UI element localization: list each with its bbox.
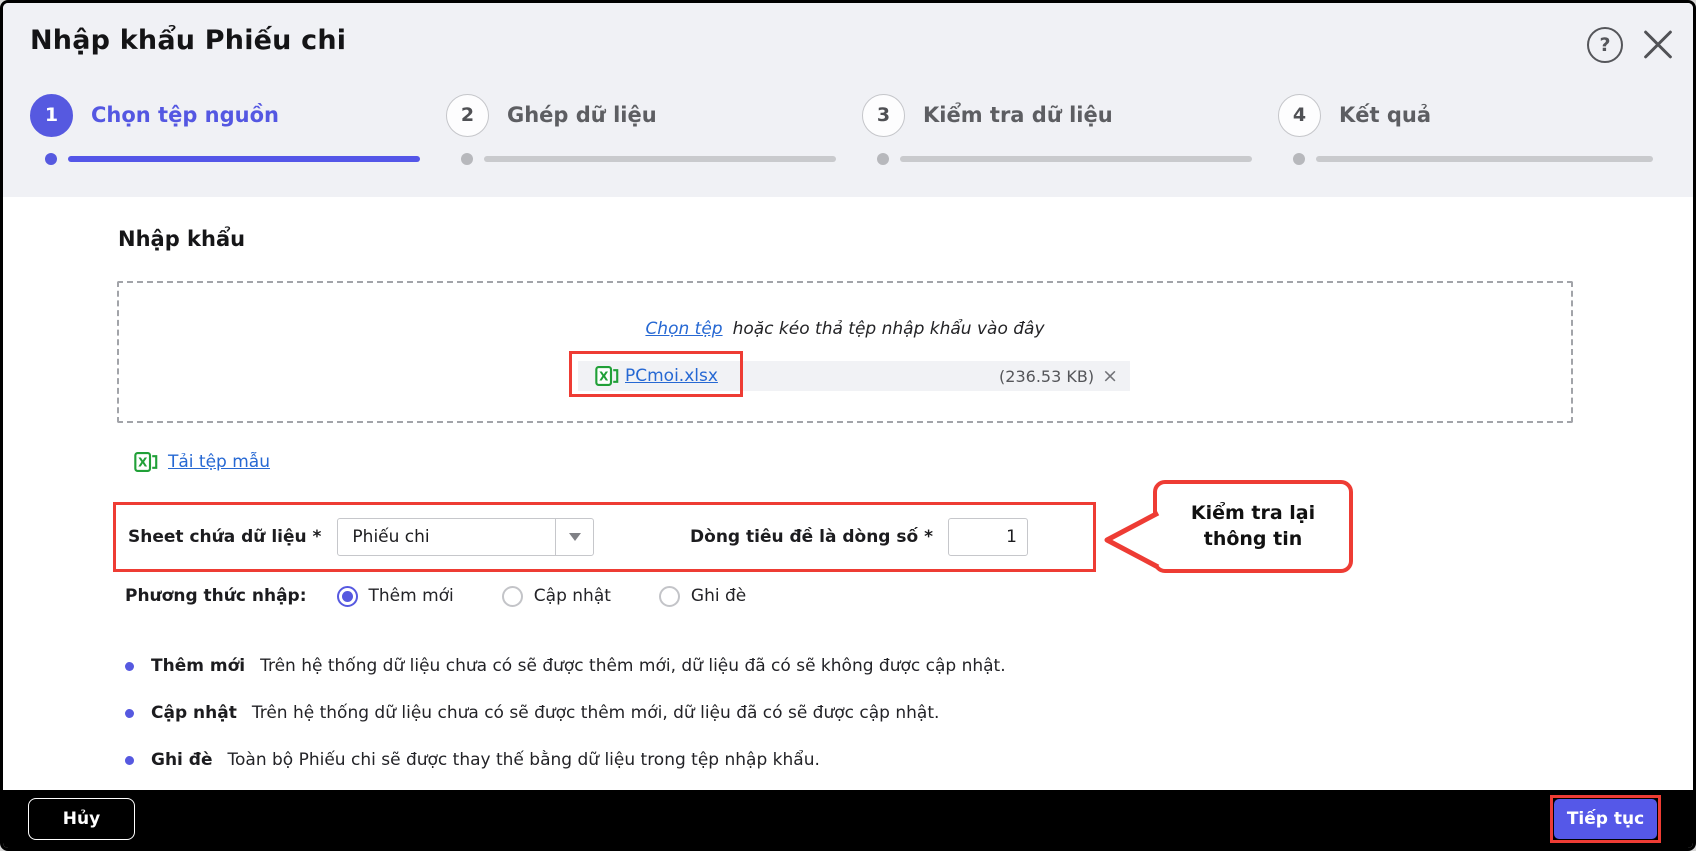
- close-icon[interactable]: [1641, 28, 1675, 62]
- download-template-link[interactable]: Tải tệp mẫu: [168, 452, 270, 472]
- step-indicator: 1 Chọn tệp nguồn 2 Ghép dữ liệu 3 Kiểm t…: [30, 93, 1653, 165]
- step-4-progress: [1278, 153, 1653, 165]
- svg-text:X: X: [138, 455, 148, 469]
- dialog-footer: Hủy Tiếp tục: [3, 790, 1693, 848]
- step-check-data[interactable]: 3 Kiểm tra dữ liệu: [862, 93, 1278, 165]
- dropzone-hint: Chọn tệp hoặc kéo thả tệp nhập khẩu vào đ…: [119, 319, 1571, 339]
- step-4-circle: 4: [1278, 93, 1321, 137]
- chevron-down-icon[interactable]: [555, 519, 593, 555]
- cancel-button[interactable]: Hủy: [28, 798, 135, 840]
- callout-line2: thông tin: [1203, 527, 1303, 550]
- note-update: Cập nhật Trên hệ thống dữ liệu chưa có s…: [125, 700, 1006, 726]
- step-2-progress: [446, 153, 836, 165]
- step-3-progress: [862, 153, 1252, 165]
- radio-icon-overwrite[interactable]: [658, 585, 680, 607]
- note-add-new: Thêm mới Trên hệ thống dữ liệu chưa có s…: [125, 653, 1006, 679]
- remove-file-icon[interactable]: ×: [1102, 366, 1118, 386]
- step-1-label: Chọn tệp nguồn: [91, 103, 279, 127]
- file-dropzone[interactable]: Chọn tệp hoặc kéo thả tệp nhập khẩu vào đ…: [117, 281, 1573, 423]
- import-method-row: Phương thức nhập: Thêm mới Cập nhật Ghi …: [125, 582, 746, 610]
- method-notes: Thêm mới Trên hệ thống dữ liệu chưa có s…: [125, 653, 1006, 794]
- help-icon[interactable]: ?: [1587, 27, 1623, 63]
- header-row-label: Dòng tiêu đề là dòng số *: [690, 527, 933, 547]
- sheet-select-value: Phiếu chi: [352, 527, 430, 547]
- radio-icon-update[interactable]: [501, 585, 523, 607]
- step-4-label: Kết quả: [1339, 103, 1432, 127]
- callout-line1: Kiểm tra lại: [1190, 501, 1316, 524]
- import-method-label: Phương thức nhập:: [125, 586, 307, 606]
- sheet-select[interactable]: Phiếu chi: [337, 518, 595, 556]
- step-2-label: Ghép dữ liệu: [507, 103, 657, 127]
- uploaded-file-link[interactable]: PCmoi.xlsx: [625, 366, 718, 386]
- step-1-progress: [30, 153, 420, 165]
- radio-option-add-new[interactable]: Thêm mới: [336, 585, 454, 607]
- import-dialog: Nhập khẩu Phiếu chi ? 1 Chọn tệp nguồn 2…: [0, 0, 1696, 851]
- continue-annotation-rect: Tiếp tục: [1550, 795, 1661, 843]
- step-2-circle: 2: [446, 93, 489, 137]
- uploaded-file-row: X PCmoi.xlsx (236.53 KB) ×: [578, 361, 1130, 391]
- excel-file-icon: X: [595, 366, 619, 386]
- dialog-header: Nhập khẩu Phiếu chi ? 1 Chọn tệp nguồn 2…: [3, 3, 1693, 197]
- header-row-input[interactable]: [948, 518, 1028, 556]
- form-annotation-rect: Sheet chứa dữ liệu * Phiếu chi Dòng tiêu…: [113, 502, 1096, 572]
- callout-arrow: [1104, 510, 1160, 570]
- continue-button[interactable]: Tiếp tục: [1554, 799, 1657, 839]
- dialog-body: Nhập khẩu Chọn tệp hoặc kéo thả tệp nhập …: [3, 197, 1693, 790]
- page-title: Nhập khẩu Phiếu chi: [30, 25, 347, 56]
- step-3-circle: 3: [862, 93, 905, 137]
- step-3-label: Kiểm tra dữ liệu: [923, 103, 1113, 127]
- drag-hint-text: hoặc kéo thả tệp nhập khẩu vào đây: [732, 319, 1045, 339]
- bullet-icon: [125, 661, 134, 671]
- svg-text:X: X: [599, 369, 609, 383]
- step-1-circle: 1: [30, 93, 73, 137]
- bullet-icon: [125, 708, 134, 718]
- sheet-label: Sheet chứa dữ liệu *: [128, 527, 322, 547]
- note-overwrite: Ghi đè Toàn bộ Phiếu chi sẽ được thay th…: [125, 747, 1006, 773]
- header-icons: ?: [1587, 27, 1675, 63]
- choose-file-link[interactable]: Chọn tệp: [645, 319, 722, 339]
- bullet-icon: [125, 755, 134, 765]
- section-title: Nhập khẩu: [118, 227, 246, 251]
- step-select-source[interactable]: 1 Chọn tệp nguồn: [30, 93, 446, 165]
- template-row: X Tải tệp mẫu: [134, 451, 270, 473]
- radio-option-overwrite[interactable]: Ghi đè: [658, 585, 746, 607]
- excel-template-icon: X: [134, 452, 158, 472]
- radio-icon-add-new[interactable]: [336, 585, 358, 607]
- step-map-data[interactable]: 2 Ghép dữ liệu: [446, 93, 862, 165]
- callout-annotation: Kiểm tra lại thông tin: [1153, 480, 1353, 573]
- step-result[interactable]: 4 Kết quả: [1278, 93, 1653, 165]
- radio-option-update[interactable]: Cập nhật: [501, 585, 611, 607]
- file-size-label: (236.53 KB): [999, 366, 1095, 386]
